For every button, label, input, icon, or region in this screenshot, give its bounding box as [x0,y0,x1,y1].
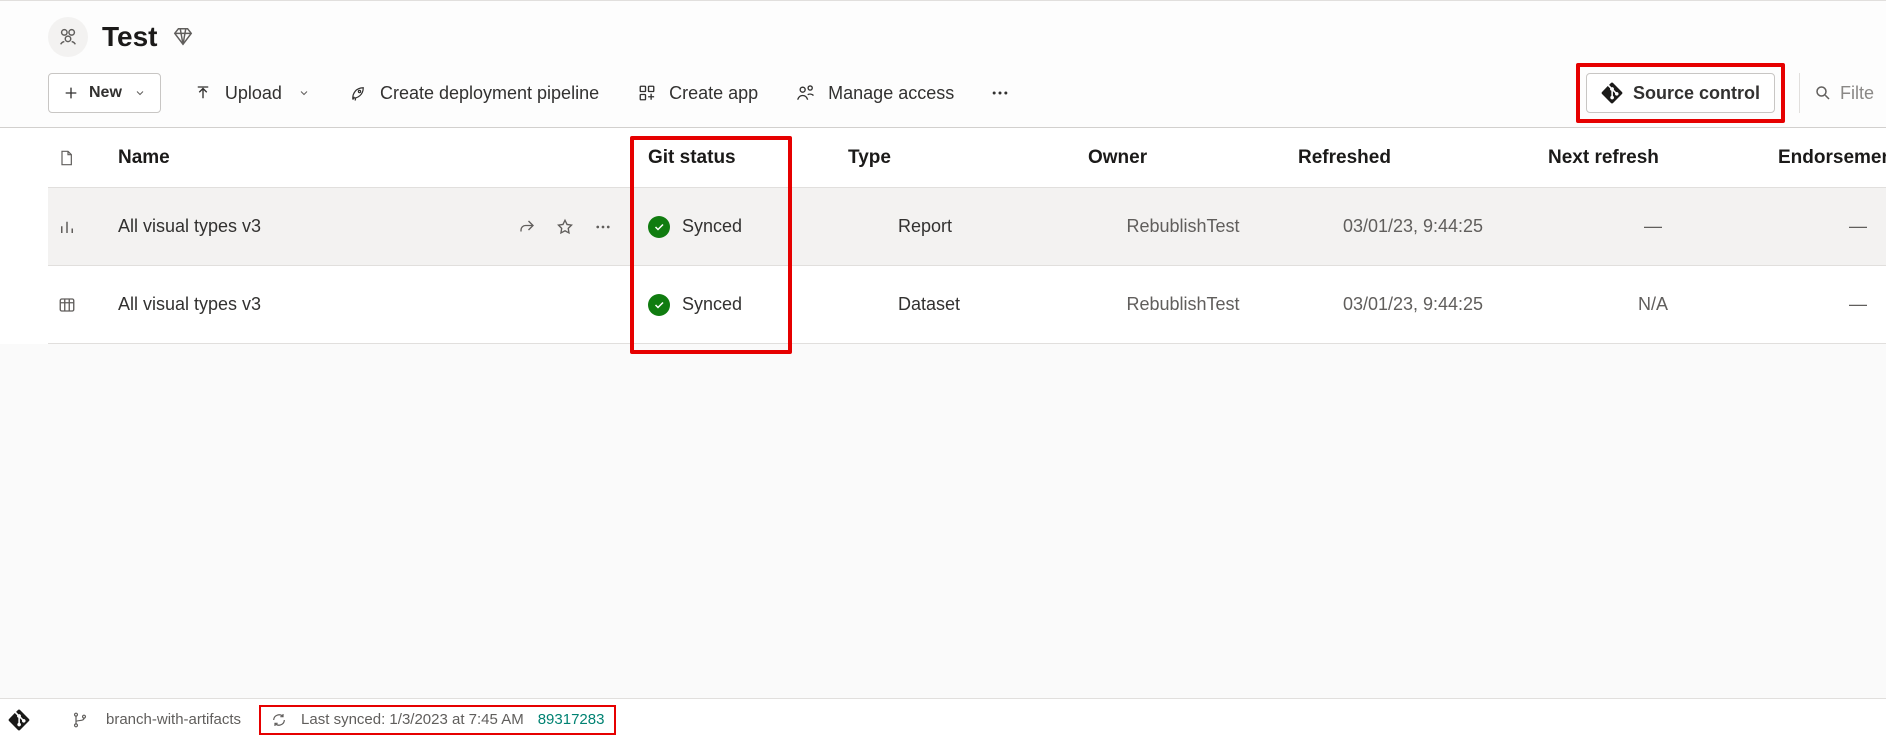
chevron-down-icon [298,87,310,99]
row-owner: RebublishTest [1078,216,1288,237]
file-icon [58,148,74,168]
app-grid-icon [637,83,657,103]
header-next[interactable]: Next refresh [1538,147,1768,169]
overflow-button[interactable] [986,73,1014,113]
source-control-highlight: Source control [1576,63,1785,123]
workspace-avatar [48,17,88,57]
more-horizontal-icon[interactable] [594,218,612,236]
upload-label: Upload [225,83,282,104]
row-name[interactable]: All visual types v3 [118,294,261,315]
search-icon [1814,84,1832,102]
people-access-icon [796,83,816,103]
header-refreshed[interactable]: Refreshed [1288,147,1538,169]
row-next-refresh: N/A [1538,294,1768,315]
source-control-label: Source control [1633,83,1760,104]
header-endorsement[interactable]: Endorsement [1768,147,1886,169]
premium-diamond-icon [172,26,194,48]
row-name-cell: All visual types v3 [108,216,638,237]
favorite-icon[interactable] [556,218,574,236]
row-endorsement: — [1768,216,1886,237]
header-name[interactable]: Name [108,147,638,169]
command-bar: New Upload Create deployment pipeline Cr… [0,67,1886,128]
create-app-button[interactable]: Create app [631,73,764,113]
row-endorsement: — [1768,294,1886,315]
content-list: Name Git status Type Owner Refreshed Nex… [0,128,1886,344]
row-type: Report [838,216,1078,237]
row-type-icon [48,218,108,236]
new-button-label: New [89,84,122,102]
branch-name[interactable]: branch-with-artifacts [106,711,241,728]
upload-button[interactable]: Upload [187,73,316,113]
header-owner[interactable]: Owner [1078,147,1288,169]
commit-id[interactable]: 89317283 [538,711,605,728]
row-refreshed: 03/01/23, 9:44:25 [1288,216,1538,237]
workspace-title: Test [102,21,158,53]
table-row[interactable]: All visual types v3 Synced Dataset Rebub… [48,266,1886,344]
row-owner: RebublishTest [1078,294,1288,315]
share-icon[interactable] [518,218,536,236]
new-button[interactable]: New [48,73,161,113]
status-bar: branch-with-artifacts Last synced: 1/3/2… [0,698,1886,740]
list-header: Name Git status Type Owner Refreshed Nex… [48,128,1886,188]
chevron-down-icon [134,87,146,99]
command-bar-right: Source control Filte [1576,63,1886,123]
sync-icon[interactable] [271,712,287,728]
workspace-header: Test [0,1,1886,67]
branch-icon [72,712,88,728]
row-name[interactable]: All visual types v3 [118,216,261,237]
row-name-cell: All visual types v3 [108,294,638,315]
header-git[interactable]: Git status [638,147,838,169]
row-type: Dataset [838,294,1078,315]
header-type[interactable]: Type [838,147,1078,169]
row-refreshed: 03/01/23, 9:44:25 [1288,294,1538,315]
git-diamond-icon [8,709,30,731]
manage-access-button[interactable]: Manage access [790,73,960,113]
row-next-refresh: — [1538,216,1768,237]
create-app-label: Create app [669,83,758,104]
sync-info-highlight: Last synced: 1/3/2023 at 7:45 AM 8931728… [259,705,616,735]
row-git-status: Synced [638,294,838,316]
create-pipeline-button[interactable]: Create deployment pipeline [342,73,605,113]
app-frame: Test New Upload Create deployment pipeli… [0,0,1886,740]
row-actions [518,218,628,236]
manage-access-label: Manage access [828,83,954,104]
row-type-icon [48,296,108,314]
row-git-status: Synced [638,216,838,238]
more-horizontal-icon [990,83,1010,103]
create-pipeline-label: Create deployment pipeline [380,83,599,104]
plus-icon [63,85,79,101]
filter-placeholder: Filte [1840,83,1874,104]
source-control-button[interactable]: Source control [1586,73,1775,113]
last-synced-text: Last synced: 1/3/2023 at 7:45 AM [301,711,524,728]
table-row[interactable]: All visual types v3 Synced Report Rebubl… [48,188,1886,266]
people-icon [57,26,79,48]
upload-icon [193,83,213,103]
git-icon [1601,82,1623,104]
rocket-icon [348,83,368,103]
header-type-icon[interactable] [48,148,108,168]
filter-input[interactable]: Filte [1799,73,1886,113]
